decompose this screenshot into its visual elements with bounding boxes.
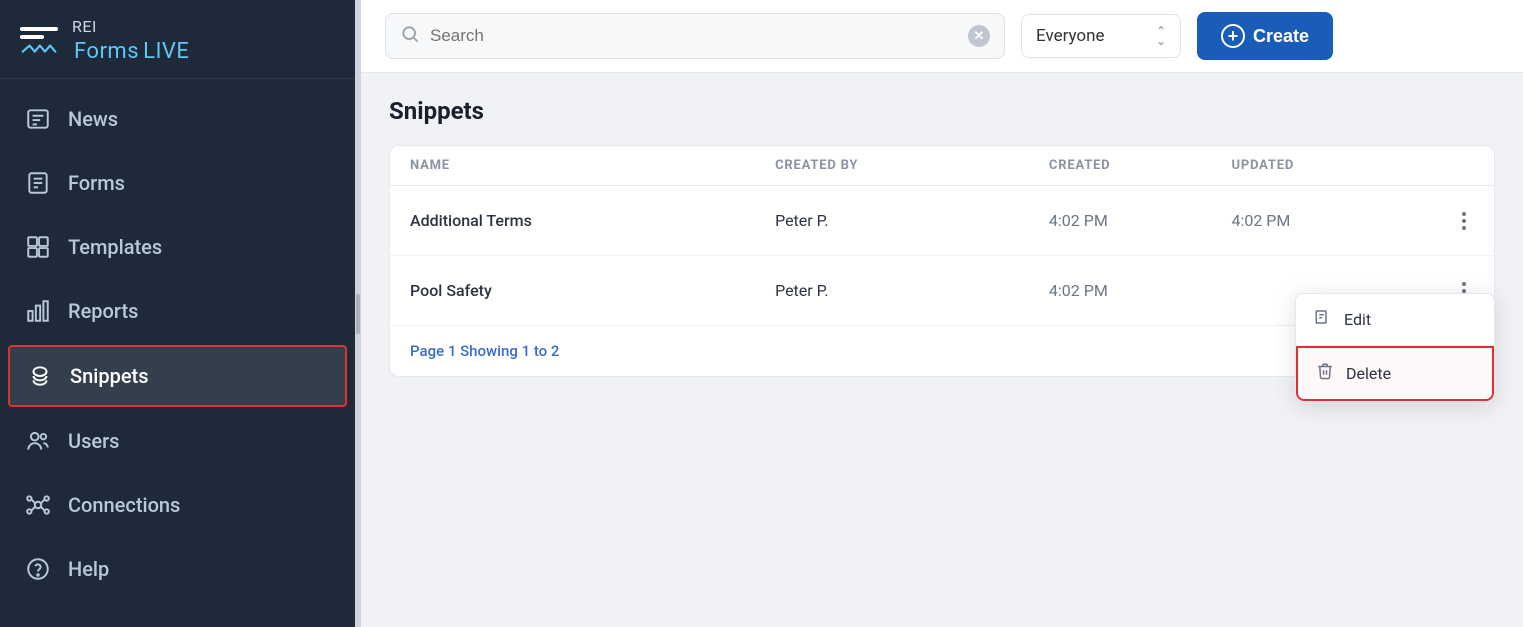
sidebar-item-label-templates: Templates — [68, 235, 162, 259]
row-1-actions — [1414, 208, 1474, 234]
row-2-created: 4:02 PM — [1049, 265, 1232, 316]
filter-dropdown[interactable]: Everyone — [1021, 14, 1181, 58]
logo-icon — [20, 27, 58, 55]
table-row: Additional Terms Peter P. 4:02 PM 4:02 P… — [390, 186, 1494, 256]
help-icon — [24, 555, 52, 583]
logo-line-1 — [20, 27, 58, 31]
dot — [1462, 226, 1466, 230]
templates-icon — [24, 233, 52, 261]
create-button[interactable]: + Create — [1197, 12, 1333, 60]
search-clear-button[interactable]: ✕ — [968, 25, 990, 47]
sidebar-item-label-snippets: Snippets — [70, 364, 149, 388]
col-name: NAME — [410, 158, 775, 173]
logo-wave-icon — [20, 43, 58, 55]
context-delete-label: Delete — [1346, 364, 1391, 383]
col-created-by: CREATED BY — [775, 158, 1049, 173]
users-icon — [24, 427, 52, 455]
logo-top-text: REI — [72, 18, 189, 36]
create-label: Create — [1253, 26, 1309, 47]
page-title: Snippets — [389, 97, 1495, 125]
sidebar: REI FormsLIVE News Forms Templates — [0, 0, 355, 627]
snippets-icon — [26, 362, 54, 390]
reports-icon — [24, 297, 52, 325]
row-1-created: 4:02 PM — [1049, 195, 1232, 246]
context-menu-delete[interactable]: Delete — [1296, 346, 1494, 401]
sidebar-item-templates[interactable]: Templates — [0, 215, 355, 279]
context-menu: Edit Delete — [1295, 293, 1495, 402]
sidebar-item-snippets[interactable]: Snippets — [8, 345, 347, 407]
connections-icon — [24, 491, 52, 519]
forms-icon — [24, 169, 52, 197]
topbar: ✕ Everyone + Create — [361, 0, 1523, 73]
row-1-more-button[interactable] — [1454, 208, 1474, 234]
pagination-text: Page 1 Showing 1 to 2 — [410, 342, 559, 360]
search-box[interactable]: ✕ — [385, 13, 1005, 59]
sidebar-item-reports[interactable]: Reports — [0, 279, 355, 343]
col-created: CREATED — [1049, 158, 1232, 173]
sidebar-item-connections[interactable]: Connections — [0, 473, 355, 537]
logo-line-2 — [20, 35, 44, 39]
main-content: ✕ Everyone + Create Snippets NAME CREATE… — [361, 0, 1523, 627]
dot — [1462, 219, 1466, 223]
search-icon — [400, 24, 420, 48]
content-area: Snippets NAME CREATED BY CREATED UPDATED… — [361, 73, 1523, 627]
filter-value: Everyone — [1036, 26, 1105, 46]
logo-bottom-text: FormsLIVE — [72, 36, 189, 65]
row-2-name: Pool Safety — [410, 265, 775, 316]
sidebar-item-label-forms: Forms — [68, 171, 125, 195]
sidebar-item-label-news: News — [68, 107, 118, 131]
sidebar-item-label-help: Help — [68, 557, 109, 581]
row-2-created-by: Peter P. — [775, 265, 1049, 316]
plus-icon: + — [1221, 24, 1245, 48]
trash-icon — [1316, 362, 1334, 385]
sidebar-item-forms[interactable]: Forms — [0, 151, 355, 215]
sidebar-item-label-connections: Connections — [68, 493, 180, 517]
col-updated: UPDATED — [1231, 158, 1414, 173]
row-1-name: Additional Terms — [410, 195, 775, 246]
sidebar-item-help[interactable]: Help — [0, 537, 355, 601]
news-icon — [24, 105, 52, 133]
row-1-created-by: Peter P. — [775, 195, 1049, 246]
row-1-updated: 4:02 PM — [1231, 195, 1414, 246]
context-menu-edit[interactable]: Edit — [1296, 294, 1494, 346]
sidebar-item-label-reports: Reports — [68, 299, 138, 323]
dot — [1462, 289, 1466, 293]
table-header: NAME CREATED BY CREATED UPDATED — [390, 146, 1494, 186]
context-edit-label: Edit — [1344, 310, 1371, 329]
search-input[interactable] — [430, 26, 958, 46]
logo-text: REI FormsLIVE — [72, 18, 189, 64]
sidebar-nav: News Forms Templates Reports — [0, 79, 355, 627]
sidebar-item-users[interactable]: Users — [0, 409, 355, 473]
dot — [1462, 212, 1466, 216]
chevron-updown-icon — [1156, 25, 1166, 47]
sidebar-item-label-users: Users — [68, 429, 119, 453]
logo: REI FormsLIVE — [0, 0, 355, 79]
sidebar-item-news[interactable]: News — [0, 87, 355, 151]
dot — [1462, 282, 1466, 286]
edit-icon — [1314, 308, 1332, 331]
col-actions — [1414, 158, 1474, 173]
